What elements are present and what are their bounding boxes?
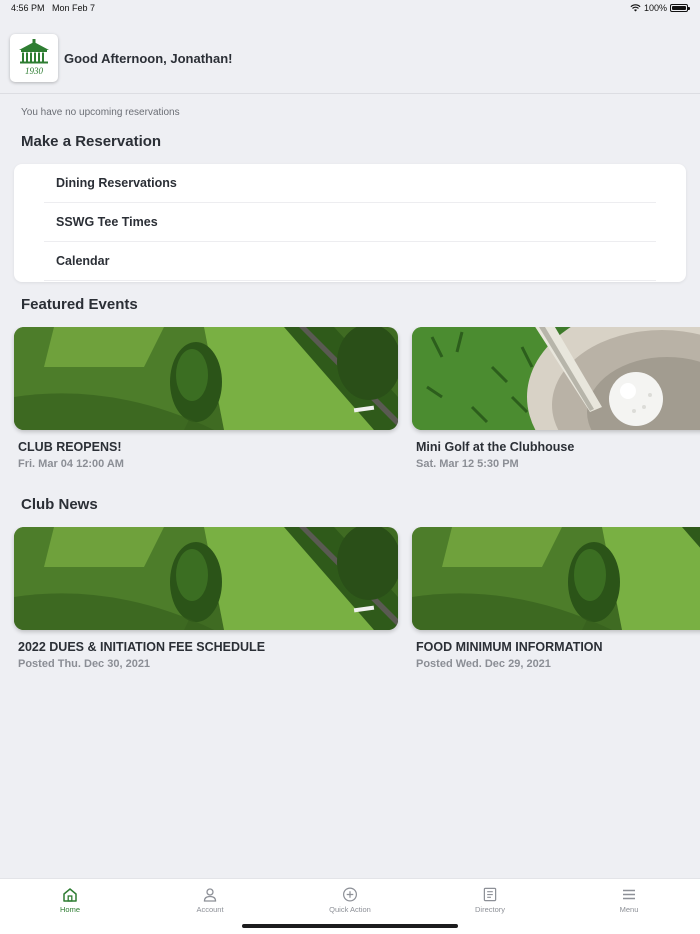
tab-label: Home — [59, 905, 80, 914]
featured-events-carousel[interactable]: CLUB REOPENS! Fri. Mar 04 12:00 AM Mini … — [0, 327, 700, 487]
tab-home[interactable]: Home — [20, 887, 120, 914]
clubhouse-logo-icon: 1930 — [19, 39, 49, 76]
person-icon — [203, 888, 217, 902]
news-date: Posted Wed. Dec 29, 2021 — [416, 658, 551, 670]
tab-menu[interactable]: Menu — [579, 887, 679, 914]
status-date: Mon Feb 7 — [52, 3, 96, 13]
reservation-item-calendar[interactable]: Calendar — [44, 242, 656, 281]
event-date: Sat. Mar 12 5:30 PM — [416, 458, 519, 470]
golf-course-aerial-image — [412, 527, 700, 630]
featured-events-title: Featured Events — [21, 296, 138, 313]
reservation-item-label: Dining Reservations — [56, 176, 177, 190]
home-icon — [63, 888, 77, 902]
tab-directory[interactable]: Directory — [440, 887, 540, 914]
battery-icon — [670, 4, 690, 12]
reservation-options-card: Dining Reservations SSWG Tee Times Calen… — [14, 164, 686, 282]
reservation-item-label: Calendar — [56, 254, 110, 268]
news-card[interactable]: FOOD MINIMUM INFORMATION Posted Wed. Dec… — [412, 527, 700, 670]
news-date: Posted Thu. Dec 30, 2021 — [18, 658, 151, 670]
no-reservations-notice: You have no upcoming reservations — [21, 107, 180, 118]
header: 1930 Good Afternoon, Jonathan! — [0, 28, 700, 94]
plus-circle-icon — [343, 887, 357, 902]
status-bar: 4:56 PM Mon Feb 7 100% — [0, 0, 700, 18]
home-indicator[interactable] — [242, 924, 458, 928]
reservation-item-dining[interactable]: Dining Reservations — [44, 164, 656, 203]
status-indicators: 100% — [630, 3, 690, 13]
club-news-title: Club News — [21, 496, 98, 513]
status-time: 4:56 PM — [11, 3, 45, 13]
news-card[interactable]: 2022 DUES & INITIATION FEE SCHEDULE Post… — [14, 527, 398, 670]
hamburger-icon — [623, 889, 635, 900]
golf-ball-in-cup-image — [412, 327, 700, 430]
club-news-carousel[interactable]: 2022 DUES & INITIATION FEE SCHEDULE Post… — [0, 527, 700, 687]
event-card[interactable]: CLUB REOPENS! Fri. Mar 04 12:00 AM — [14, 327, 398, 470]
event-date: Fri. Mar 04 12:00 AM — [18, 458, 124, 470]
tab-account[interactable]: Account — [160, 887, 260, 914]
club-logo[interactable]: 1930 — [10, 34, 58, 82]
news-title: FOOD MINIMUM INFORMATION — [416, 640, 603, 654]
tab-label: Directory — [474, 905, 505, 914]
tab-label: Account — [196, 905, 224, 914]
event-title: CLUB REOPENS! — [18, 440, 122, 454]
reservation-item-tee-times[interactable]: SSWG Tee Times — [44, 203, 656, 242]
make-reservation-title: Make a Reservation — [21, 133, 162, 150]
wifi-icon — [630, 4, 641, 12]
greeting: Good Afternoon, Jonathan! — [64, 51, 233, 66]
tab-quick-action[interactable]: Quick Action — [300, 887, 400, 914]
tab-label: Menu — [619, 905, 639, 914]
battery-percent: 100% — [643, 3, 667, 13]
tab-label: Quick Action — [329, 905, 371, 914]
golf-course-aerial-image — [14, 327, 398, 430]
directory-icon — [483, 887, 497, 902]
golf-course-aerial-image — [14, 527, 398, 630]
reservation-item-label: SSWG Tee Times — [56, 215, 158, 229]
logo-year: 1930 — [25, 66, 44, 76]
event-card[interactable]: Mini Golf at the Clubhouse Sat. Mar 12 5… — [412, 327, 700, 470]
event-title: Mini Golf at the Clubhouse — [416, 440, 575, 454]
news-title: 2022 DUES & INITIATION FEE SCHEDULE — [18, 640, 266, 654]
